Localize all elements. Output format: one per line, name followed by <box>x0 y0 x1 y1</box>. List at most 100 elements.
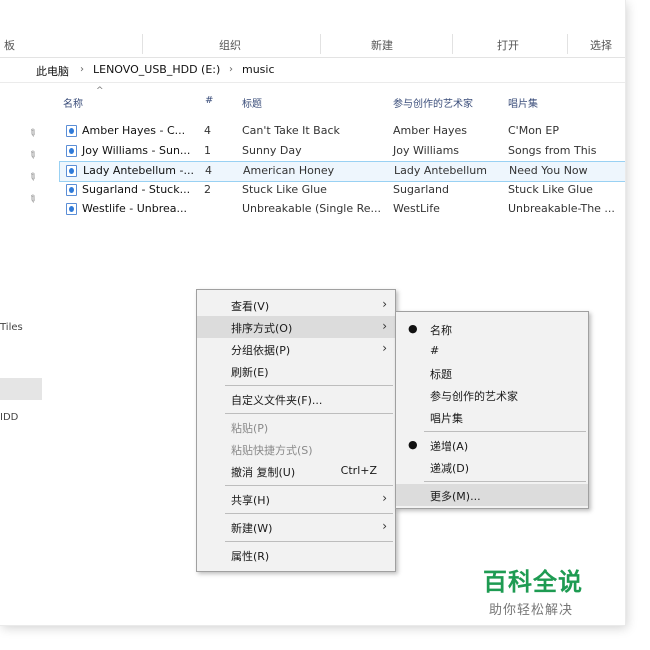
track-title: Can't Take It Back <box>242 124 340 137</box>
menu-label: 粘贴快捷方式(S) <box>231 444 313 457</box>
menu-item-customize-folder[interactable]: 自定义文件夹(F)... <box>197 388 395 410</box>
menu-label: 粘贴(P) <box>231 422 269 435</box>
chevron-right-icon: › <box>382 491 387 505</box>
pin-icon[interactable]: ✎ <box>25 193 38 207</box>
menu-label: 唱片集 <box>430 412 463 425</box>
menu-label: 查看(V) <box>231 300 270 313</box>
ribbon-divider <box>142 34 143 54</box>
table-row-selected[interactable]: Lady Antebellum -... 4 American Honey La… <box>59 161 625 182</box>
audio-file-icon <box>66 145 77 157</box>
track-number: 1 <box>204 144 211 157</box>
menu-label: 分组依据(P) <box>231 344 291 357</box>
menu-label: 刷新(E) <box>231 366 269 379</box>
menu-label: 自定义文件夹(F)... <box>231 394 323 407</box>
menu-item-sort[interactable]: 排序方式(O) › <box>197 316 395 338</box>
menu-label: 名称 <box>430 324 452 337</box>
watermark-subtitle: 助你轻松解决 <box>489 603 574 618</box>
ribbon-divider <box>567 34 568 54</box>
ribbon-divider <box>452 34 453 54</box>
breadcrumb-drive[interactable]: LENOVO_USB_HDD (E:) <box>93 63 220 76</box>
menu-separator <box>424 481 586 482</box>
menu-label: 标题 <box>430 368 452 381</box>
radio-selected-icon: ● <box>408 438 418 451</box>
menu-item-properties[interactable]: 属性(R) <box>197 544 395 566</box>
audio-file-icon <box>66 165 77 177</box>
address-bar[interactable]: 此电脑 › LENOVO_USB_HDD (E:) › music <box>0 58 625 83</box>
ribbon-select[interactable]: 选择 <box>590 37 612 53</box>
context-menu: 查看(V) › 排序方式(O) › 分组依据(P) › 刷新(E) 自定义文件夹… <box>196 289 396 572</box>
file-name: Lady Antebellum -... <box>83 164 194 177</box>
audio-file-icon <box>66 125 77 137</box>
menu-item-undo-copy[interactable]: 撤消 复制(U) Ctrl+Z <box>197 460 395 482</box>
ribbon-organize[interactable]: 组织 <box>219 37 241 53</box>
ribbon-new[interactable]: 新建 <box>371 37 393 53</box>
breadcrumb-this-pc[interactable]: 此电脑 <box>36 63 69 79</box>
sort-by-artist[interactable]: 参与创作的艺术家 <box>396 384 588 406</box>
menu-item-share[interactable]: 共享(H) › <box>197 488 395 510</box>
track-artist: Amber Hayes <box>393 124 468 137</box>
track-album: C'Mon EP <box>508 124 559 137</box>
table-row[interactable]: Amber Hayes - C... 4 Can't Take It Back … <box>60 122 625 141</box>
chevron-right-icon: › <box>382 341 387 355</box>
watermark-title: 百科全说 <box>483 568 583 596</box>
menu-label: 共享(H) <box>231 494 270 507</box>
menu-item-refresh[interactable]: 刷新(E) <box>197 360 395 382</box>
file-name: Joy Williams - Sun... <box>82 144 191 157</box>
table-row[interactable]: Joy Williams - Sun... 1 Sunny Day Joy Wi… <box>60 142 625 161</box>
ribbon-clipboard[interactable]: 板 <box>4 37 15 53</box>
menu-item-paste-shortcut[interactable]: 粘贴快捷方式(S) <box>197 438 395 460</box>
chevron-right-icon: › <box>382 297 387 311</box>
track-number: 4 <box>205 164 212 177</box>
track-artist: WestLife <box>393 202 440 215</box>
nav-pane-item[interactable]: IDD <box>0 412 18 423</box>
menu-shortcut: Ctrl+Z <box>340 464 377 477</box>
menu-item-group[interactable]: 分组依据(P) › <box>197 338 395 360</box>
sort-more[interactable]: 更多(M)... <box>396 484 588 506</box>
track-album: Songs from This <box>508 144 597 157</box>
column-header-album[interactable]: 唱片集 <box>508 95 538 110</box>
menu-label: 递减(D) <box>430 462 470 475</box>
menu-item-new[interactable]: 新建(W) › <box>197 516 395 538</box>
column-header-title[interactable]: 标题 <box>242 95 262 110</box>
column-header-number[interactable]: # <box>205 95 213 106</box>
ribbon: 板 组织 新建 打开 选择 <box>0 30 625 58</box>
menu-label: 递增(A) <box>430 440 469 453</box>
file-name: Sugarland - Stuck... <box>82 183 191 196</box>
chevron-right-icon[interactable]: › <box>229 64 233 75</box>
pin-icon[interactable]: ✎ <box>25 127 38 141</box>
sort-submenu: ● 名称 # 标题 参与创作的艺术家 唱片集 ● 递增(A) 递减(D) 更多(… <box>395 311 589 509</box>
table-row[interactable]: Westlife - Unbrea... Unbreakable (Single… <box>60 200 625 219</box>
pin-icon[interactable]: ✎ <box>25 171 38 185</box>
sort-by-title[interactable]: 标题 <box>396 362 588 384</box>
menu-label: 撤消 复制(U) <box>231 466 296 479</box>
menu-label: 新建(W) <box>231 522 273 535</box>
track-title: American Honey <box>243 164 335 177</box>
audio-file-icon <box>66 203 77 215</box>
menu-label: # <box>430 344 440 357</box>
column-header-name[interactable]: 名称 <box>63 95 83 110</box>
ribbon-divider <box>320 34 321 54</box>
ribbon-open[interactable]: 打开 <box>497 37 519 53</box>
breadcrumb-music[interactable]: music <box>242 63 275 76</box>
sort-by-album[interactable]: 唱片集 <box>396 406 588 428</box>
sort-by-name[interactable]: ● 名称 <box>396 318 588 340</box>
pin-icon[interactable]: ✎ <box>25 149 38 163</box>
sort-ascending[interactable]: ● 递增(A) <box>396 434 588 456</box>
track-title: Unbreakable (Single Re... <box>242 202 382 215</box>
menu-label: 更多(M)... <box>430 490 481 503</box>
sort-descending[interactable]: 递减(D) <box>396 456 588 478</box>
nav-pane-selected-item[interactable] <box>0 378 42 400</box>
column-header-artist[interactable]: 参与创作的艺术家 <box>393 95 473 110</box>
menu-separator <box>225 413 393 414</box>
track-title: Stuck Like Glue <box>242 183 327 196</box>
menu-item-paste[interactable]: 粘贴(P) <box>197 416 395 438</box>
menu-separator <box>225 485 393 486</box>
file-name: Westlife - Unbrea... <box>82 202 188 215</box>
nav-pane-item[interactable]: Tiles <box>0 322 23 333</box>
track-artist: Lady Antebellum <box>394 164 487 177</box>
chevron-right-icon[interactable]: › <box>80 64 84 75</box>
radio-selected-icon: ● <box>408 322 418 335</box>
menu-item-view[interactable]: 查看(V) › <box>197 294 395 316</box>
sort-by-number[interactable]: # <box>396 340 588 362</box>
table-row[interactable]: Sugarland - Stuck... 2 Stuck Like Glue S… <box>60 181 625 200</box>
